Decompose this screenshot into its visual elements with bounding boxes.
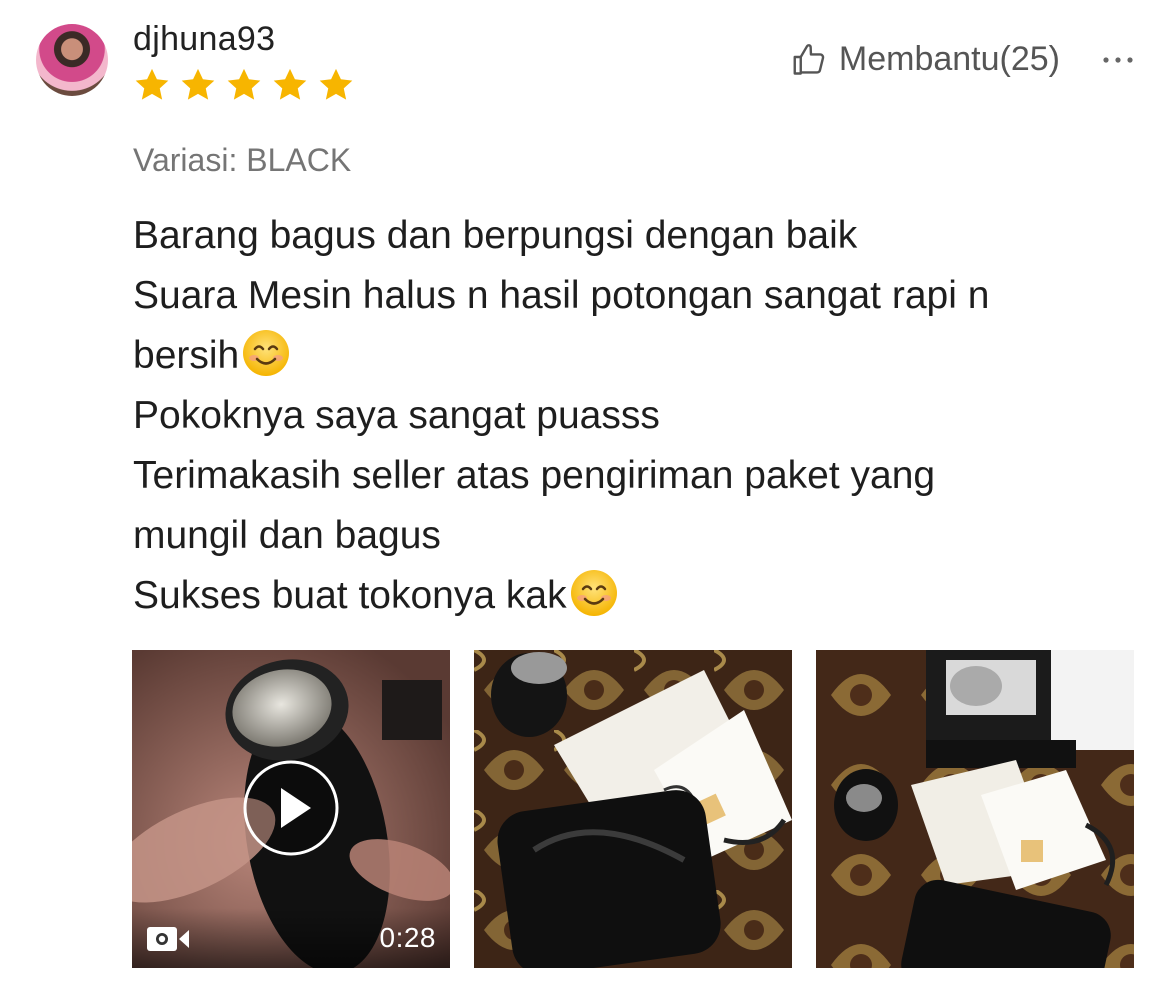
review-line: Suara Mesin halus n hasil potongan sanga… xyxy=(133,274,990,317)
star-icon xyxy=(181,68,215,100)
thumbs-up-icon xyxy=(793,43,825,75)
helpful-label: Membantu(25) xyxy=(838,40,1060,78)
play-icon[interactable] xyxy=(243,760,339,856)
star-icon xyxy=(319,68,353,100)
reviewer-username[interactable]: djhuna93 xyxy=(133,20,275,59)
video-duration: 0:28 xyxy=(379,922,436,953)
review-line: Terimakasih seller atas pengiriman paket… xyxy=(133,454,936,497)
review-video-thumbnail[interactable]: 0:28 xyxy=(132,650,450,968)
review-line-text: bersih xyxy=(133,334,240,377)
video-camera-icon xyxy=(147,927,189,951)
product-photo-image xyxy=(474,650,792,968)
review-line: Barang bagus dan berpungsi dengan baik xyxy=(133,214,858,257)
smiling-face-icon xyxy=(243,330,290,376)
product-photo-image xyxy=(816,650,1134,968)
review-line: mungil dan bagus xyxy=(133,514,441,557)
star-icon xyxy=(227,68,261,100)
review-line-with-emoji: Sukses buat tokonya kak xyxy=(133,566,1123,626)
review-line: Pokoknya saya sangat puasss xyxy=(133,394,660,437)
star-icon xyxy=(135,68,169,100)
review-line-text: Sukses buat tokonya kak xyxy=(133,574,567,617)
variation-label: Variasi: BLACK xyxy=(133,142,352,178)
avatar[interactable] xyxy=(36,24,108,96)
helpful-button[interactable]: Membantu(25) xyxy=(791,40,1060,79)
review-photo[interactable] xyxy=(816,650,1134,968)
review-text: Barang bagus dan berpungsi dengan baik S… xyxy=(133,206,1123,626)
more-dots-icon[interactable] xyxy=(1100,52,1136,68)
rating-stars xyxy=(133,66,355,104)
star-icon xyxy=(273,68,307,100)
smiling-face-icon xyxy=(570,570,617,616)
review-photo[interactable] xyxy=(474,650,792,968)
review-line-with-emoji: bersih xyxy=(133,326,1123,386)
